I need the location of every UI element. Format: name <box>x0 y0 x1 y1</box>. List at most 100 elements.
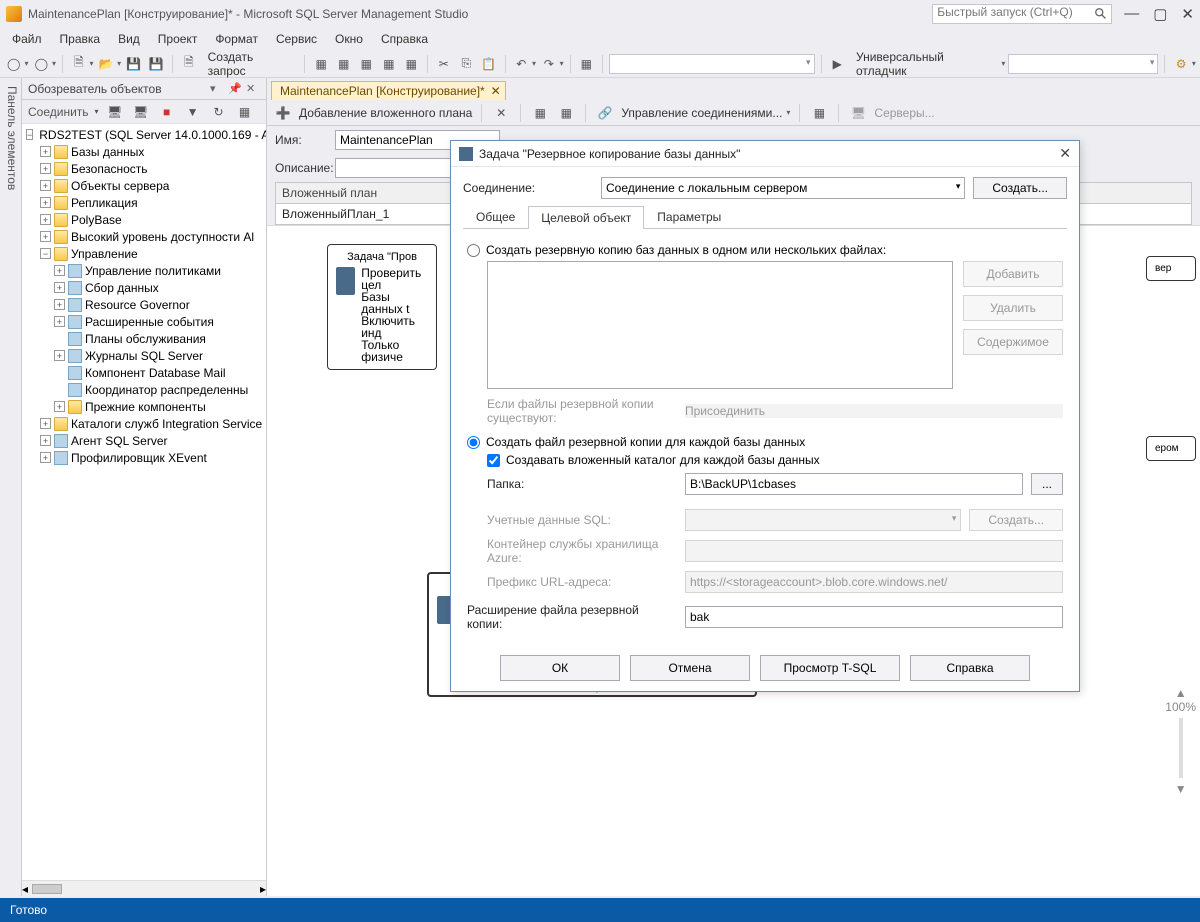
oe-icon-2[interactable]: 🖥 <box>131 102 151 122</box>
view-tsql-button[interactable]: Просмотр T-SQL <box>760 655 900 681</box>
tree-server-objects[interactable]: +Объекты сервера <box>22 177 266 194</box>
tree-agent[interactable]: +Агент SQL Server <box>22 432 266 449</box>
add-subplan-icon[interactable]: ➕ <box>273 103 293 123</box>
tree-legacy[interactable]: +Прежние компоненты <box>22 398 266 415</box>
icon-d[interactable]: ▦ <box>379 54 399 74</box>
close-tab-icon[interactable]: ✕ <box>491 84 501 98</box>
cut-icon[interactable]: ✂ <box>434 54 454 74</box>
oe-icon-1[interactable]: 🖥 <box>105 102 125 122</box>
tree-hscroll[interactable]: ◂▸ <box>22 880 266 896</box>
pin-icon[interactable]: 📌 <box>228 82 242 96</box>
tree-maint-plans[interactable]: Планы обслуживания <box>22 330 266 347</box>
tree-replication[interactable]: +Репликация <box>22 194 266 211</box>
tree-data-collection[interactable]: +Сбор данных <box>22 279 266 296</box>
save-icon[interactable]: 💾 <box>124 54 144 74</box>
tree-root[interactable]: −RDS2TEST (SQL Server 14.0.1000.169 - A <box>22 126 266 143</box>
help-button[interactable]: Справка <box>910 655 1030 681</box>
icon-a[interactable]: ▦ <box>311 54 331 74</box>
document-tab[interactable]: MaintenancePlan [Конструирование]* ✕ <box>271 81 506 100</box>
undo-icon[interactable]: ↶ <box>512 54 532 74</box>
menu-window[interactable]: Окно <box>327 30 371 48</box>
open-icon[interactable]: 📂 <box>97 54 117 74</box>
tab-params[interactable]: Параметры <box>644 205 734 228</box>
icon-b[interactable]: ▦ <box>334 54 354 74</box>
connection-select[interactable]: Соединение с локальным сервером <box>601 177 965 199</box>
task-check-integrity[interactable]: Задача "Пров Проверить цел Базы данных t… <box>327 244 437 370</box>
minimize-button[interactable]: — <box>1124 5 1139 23</box>
connect-button[interactable]: Соединить <box>28 105 89 119</box>
contents-button[interactable]: Содержимое <box>963 329 1063 355</box>
copy-icon[interactable]: ⎘ <box>457 54 477 74</box>
tree-resource-governor[interactable]: +Resource Governor <box>22 296 266 313</box>
paste-icon[interactable]: 📋 <box>479 54 499 74</box>
oe-filter-icon[interactable]: ▼ <box>183 102 203 122</box>
tree-is-catalogs[interactable]: +Каталоги служб Integration Service <box>22 415 266 432</box>
menu-edit[interactable]: Правка <box>52 30 109 48</box>
tree-high-avail[interactable]: +Высокий уровень доступности Al <box>22 228 266 245</box>
menu-view[interactable]: Вид <box>110 30 148 48</box>
zoom-control[interactable]: ▲ 100% ▼ <box>1165 686 1196 796</box>
manage-conn-button[interactable]: Управление соединениями... <box>621 106 782 120</box>
radio-per-db[interactable] <box>467 436 480 449</box>
icon-c[interactable]: ▦ <box>356 54 376 74</box>
tree-security[interactable]: +Безопасность <box>22 160 266 177</box>
servers-icon[interactable]: 🖥 <box>848 103 868 123</box>
quick-launch-input[interactable]: Быстрый запуск (Ctrl+Q) <box>932 4 1112 24</box>
debugger-label[interactable]: Универсальный отладчик <box>850 50 1000 78</box>
oe-stop-icon[interactable]: ■ <box>157 102 177 122</box>
oe-icon-3[interactable]: ▦ <box>235 102 255 122</box>
icon-e[interactable]: ▦ <box>402 54 422 74</box>
manage-conn-icon[interactable]: 🔗 <box>595 103 615 123</box>
dropdown-icon[interactable]: ▾ <box>210 82 224 96</box>
ok-button[interactable]: ОК <box>500 655 620 681</box>
browse-folder-button[interactable]: ... <box>1031 473 1063 495</box>
tree-extended-events[interactable]: +Расширенные события <box>22 313 266 330</box>
dt-icon-1[interactable]: ✕ <box>491 103 511 123</box>
new-query-button[interactable]: Создать запрос <box>202 50 299 78</box>
debugger-icon[interactable]: ▶ <box>827 54 847 74</box>
tree-policies[interactable]: +Управление политиками <box>22 262 266 279</box>
close-button[interactable]: ✕ <box>1181 5 1194 23</box>
ext-input[interactable] <box>685 606 1063 628</box>
tree-polybase[interactable]: +PolyBase <box>22 211 266 228</box>
radio-single-file[interactable] <box>467 244 480 257</box>
add-file-button[interactable]: Добавить <box>963 261 1063 287</box>
oe-refresh-icon[interactable]: ↻ <box>209 102 229 122</box>
menu-project[interactable]: Проект <box>150 30 206 48</box>
tab-general[interactable]: Общее <box>463 205 528 228</box>
dialog-close-icon[interactable]: ✕ <box>1059 145 1071 162</box>
combo-1[interactable] <box>609 54 814 74</box>
new-query-icon[interactable]: 🗎 <box>179 54 199 74</box>
nav-fwd-icon[interactable]: ◯ <box>32 54 52 74</box>
tree-databases[interactable]: +Базы данных <box>22 143 266 160</box>
add-subplan-button[interactable]: Добавление вложенного плана <box>299 106 472 120</box>
backup-file-list[interactable] <box>487 261 953 389</box>
task-peek-1[interactable]: вер <box>1146 256 1196 281</box>
folder-input[interactable] <box>685 473 1023 495</box>
menu-help[interactable]: Справка <box>373 30 436 48</box>
servers-button[interactable]: Серверы... <box>874 106 934 120</box>
redo-icon[interactable]: ↷ <box>539 54 559 74</box>
maximize-button[interactable]: ▢ <box>1153 5 1167 23</box>
dt-icon-3[interactable]: ▦ <box>556 103 576 123</box>
toolbox-strip[interactable]: Панель элементов <box>0 78 22 896</box>
dialog-titlebar[interactable]: Задача "Резервное копирование базы данны… <box>451 141 1079 167</box>
menu-file[interactable]: Файл <box>4 30 50 48</box>
checkbox-subdir[interactable] <box>487 454 500 467</box>
cancel-button[interactable]: Отмена <box>630 655 750 681</box>
tree-sql-logs[interactable]: +Журналы SQL Server <box>22 347 266 364</box>
dt-icon-4[interactable]: ▦ <box>809 103 829 123</box>
tab-target[interactable]: Целевой объект <box>528 206 644 229</box>
tree-db-mail[interactable]: Компонент Database Mail <box>22 364 266 381</box>
dt-icon-2[interactable]: ▦ <box>530 103 550 123</box>
nav-back-icon[interactable]: ◯ <box>4 54 24 74</box>
new-item-icon[interactable]: 🗎 <box>69 54 89 74</box>
menu-tools[interactable]: Сервис <box>268 30 325 48</box>
icon-f[interactable]: ▦ <box>577 54 597 74</box>
task-peek-2[interactable]: ером <box>1146 436 1196 461</box>
tree-dtc[interactable]: Координатор распределенны <box>22 381 266 398</box>
menu-format[interactable]: Формат <box>207 30 266 48</box>
icon-g[interactable]: ⚙ <box>1171 54 1191 74</box>
create-connection-button[interactable]: Создать... <box>973 177 1067 199</box>
tree-profiler[interactable]: +Профилировщик XEvent <box>22 449 266 466</box>
